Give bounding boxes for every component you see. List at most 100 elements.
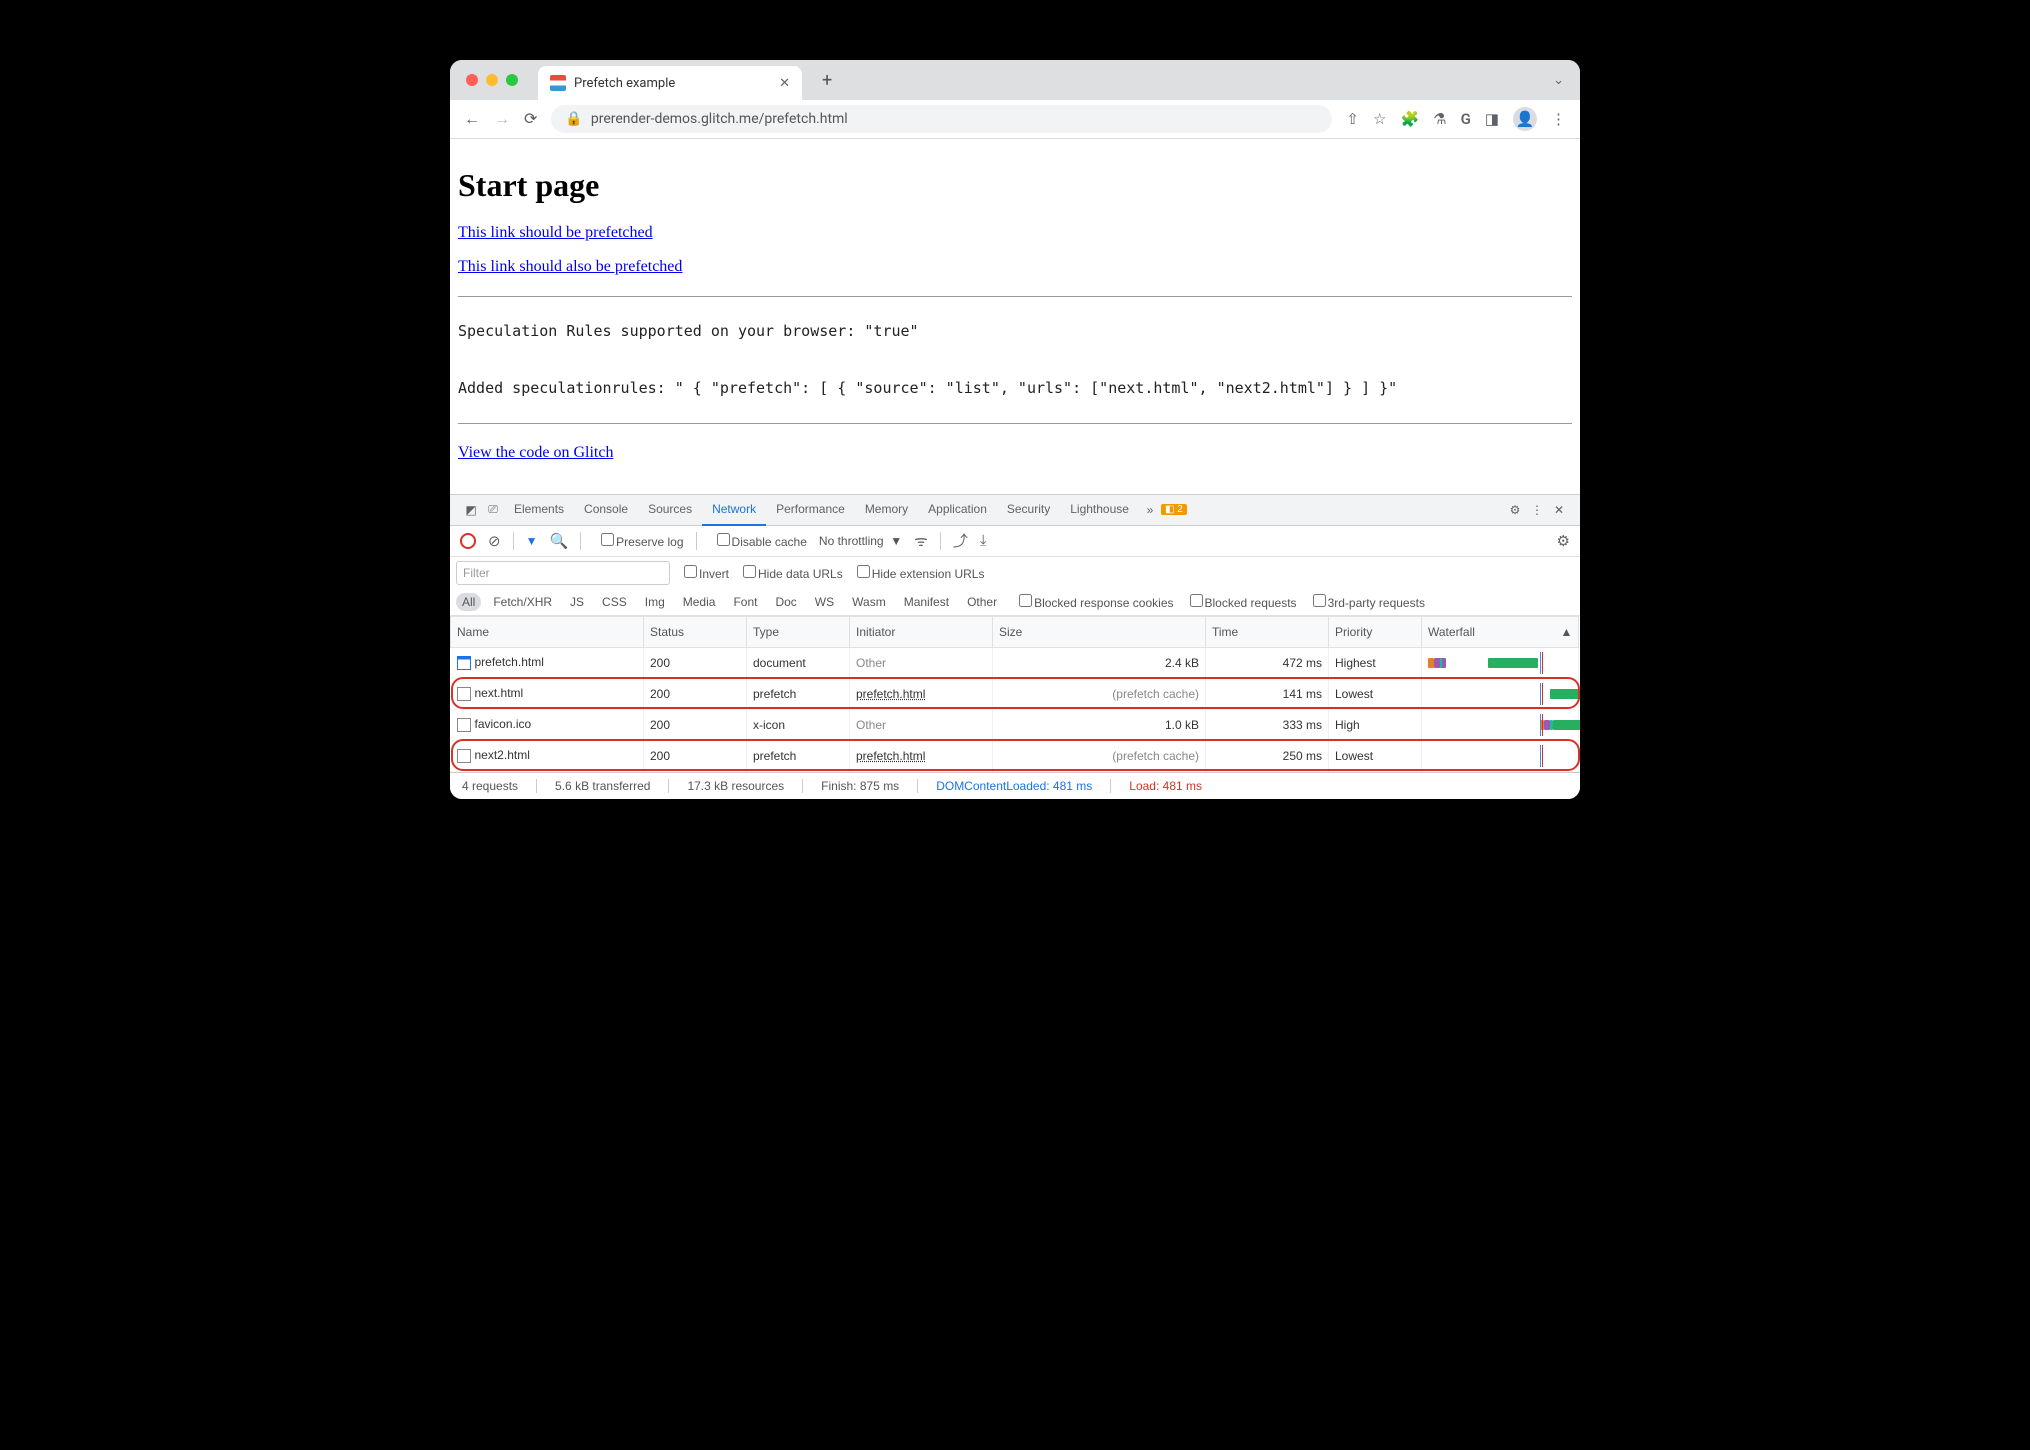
settings-icon[interactable]: ⚙ — [1504, 503, 1526, 517]
blocked-requests-checkbox[interactable]: Blocked requests — [1180, 594, 1297, 610]
filter-chip-img[interactable]: Img — [639, 593, 671, 611]
traffic-lights — [466, 74, 518, 86]
more-tabs-icon[interactable]: » — [1139, 503, 1161, 517]
network-status-bar: 4 requests 5.6 kB transferred 17.3 kB re… — [450, 772, 1580, 799]
hide-ext-urls-checkbox[interactable]: Hide extension URLs — [847, 565, 985, 581]
minimize-window-button[interactable] — [486, 74, 498, 86]
filter-toggle-icon[interactable]: ▼ — [526, 534, 538, 548]
divider — [458, 296, 1572, 297]
status-resources: 17.3 kB resources — [687, 779, 784, 793]
inspect-icon[interactable]: ◩ — [460, 503, 482, 517]
glitch-link[interactable]: View the code on Glitch — [458, 444, 613, 461]
filter-chip-all[interactable]: All — [456, 593, 481, 611]
filter-chip-ws[interactable]: WS — [809, 593, 840, 611]
forward-button[interactable]: → — [494, 109, 510, 129]
clear-button[interactable]: ⊘ — [488, 532, 501, 550]
network-conditions-icon[interactable]: ᯤ — [914, 531, 928, 551]
record-button[interactable] — [460, 533, 476, 549]
devtools-tab-elements[interactable]: Elements — [504, 494, 574, 524]
col-time[interactable]: Time — [1206, 616, 1329, 647]
network-settings-icon[interactable]: ⚙ — [1557, 532, 1570, 550]
status-requests: 4 requests — [462, 779, 518, 793]
filter-chip-wasm[interactable]: Wasm — [846, 593, 892, 611]
lock-icon: 🔒 — [565, 111, 582, 127]
page-heading: Start page — [458, 167, 1572, 204]
url-input[interactable]: 🔒 prerender-demos.glitch.me/prefetch.htm… — [551, 105, 1332, 133]
menu-icon[interactable]: ⋮ — [1551, 110, 1566, 128]
devtools-tab-memory[interactable]: Memory — [855, 494, 918, 524]
col-status[interactable]: Status — [644, 616, 747, 647]
status-load: Load: 481 ms — [1129, 779, 1202, 793]
back-button[interactable]: ← — [464, 109, 480, 129]
new-tab-button[interactable]: + — [822, 70, 832, 91]
devtools-tab-lighthouse[interactable]: Lighthouse — [1060, 494, 1139, 524]
filter-chip-other[interactable]: Other — [961, 593, 1003, 611]
share-icon[interactable]: ⇧ — [1346, 110, 1359, 128]
disable-cache-checkbox[interactable]: Disable cache — [709, 533, 807, 549]
address-bar: ← → ⟳ 🔒 prerender-demos.glitch.me/prefet… — [450, 100, 1580, 139]
reload-button[interactable]: ⟳ — [524, 109, 537, 129]
zoom-window-button[interactable] — [506, 74, 518, 86]
devtools-tab-security[interactable]: Security — [997, 494, 1060, 524]
bookmark-icon[interactable]: ☆ — [1373, 110, 1386, 128]
search-icon[interactable]: 🔍 — [549, 532, 568, 550]
labs-icon[interactable]: ⚗ — [1433, 110, 1446, 128]
request-row[interactable]: favicon.ico200x-iconOther1.0 kB333 msHig… — [451, 709, 1581, 740]
prefetch-link-2[interactable]: This link should also be prefetched — [458, 258, 682, 275]
export-har-icon[interactable]: ⤓ — [980, 532, 987, 549]
col-priority[interactable]: Priority — [1329, 616, 1422, 647]
devtools-tab-console[interactable]: Console — [574, 494, 638, 524]
hide-data-urls-checkbox[interactable]: Hide data URLs — [733, 565, 843, 581]
devtools-tabs: ◩ ⎚ ElementsConsoleSourcesNetworkPerform… — [450, 494, 1580, 526]
filter-chip-media[interactable]: Media — [677, 593, 722, 611]
profile-avatar[interactable]: 👤 — [1513, 107, 1537, 131]
col-type[interactable]: Type — [747, 616, 850, 647]
filter-chip-manifest[interactable]: Manifest — [898, 593, 955, 611]
throttling-select[interactable]: No throttling ▼ — [819, 534, 902, 548]
preserve-log-checkbox[interactable]: Preserve log — [593, 533, 683, 549]
filter-chip-fetch-xhr[interactable]: Fetch/XHR — [487, 593, 558, 611]
request-row[interactable]: prefetch.html200documentOther2.4 kB472 m… — [451, 647, 1581, 678]
invert-checkbox[interactable]: Invert — [674, 565, 729, 581]
network-toolbar: ⊘ ▼ 🔍 Preserve log Disable cache No thro… — [450, 526, 1580, 557]
browser-tab[interactable]: Prefetch example ✕ — [538, 66, 802, 100]
speculation-output: Speculation Rules supported on your brow… — [458, 317, 1572, 403]
status-transferred: 5.6 kB transferred — [555, 779, 650, 793]
close-window-button[interactable] — [466, 74, 478, 86]
third-party-checkbox[interactable]: 3rd-party requests — [1303, 594, 1425, 610]
filter-chip-css[interactable]: CSS — [596, 593, 633, 611]
toolbar-icons: ⇧ ☆ 🧩 ⚗ G ◨ 👤 ⋮ — [1346, 107, 1566, 131]
request-row[interactable]: next2.html200prefetchprefetch.html(prefe… — [451, 740, 1581, 771]
filter-chip-doc[interactable]: Doc — [769, 593, 802, 611]
import-har-icon[interactable]: ⤴ — [953, 530, 968, 551]
filter-chip-font[interactable]: Font — [727, 593, 763, 611]
favicon-icon — [550, 75, 566, 91]
status-dcl: DOMContentLoaded: 481 ms — [936, 779, 1092, 793]
extensions-icon[interactable]: 🧩 — [1400, 110, 1419, 128]
sidepanel-icon[interactable]: ◨ — [1485, 110, 1499, 128]
devtools-tab-performance[interactable]: Performance — [766, 494, 855, 524]
devtools-tab-application[interactable]: Application — [918, 494, 997, 524]
warning-badge[interactable]: ◧ 2 — [1161, 504, 1187, 515]
google-icon[interactable]: G — [1461, 110, 1471, 128]
kebab-icon[interactable]: ⋮ — [1526, 503, 1548, 517]
status-finish: Finish: 875 ms — [821, 779, 899, 793]
col-name[interactable]: Name — [451, 616, 644, 647]
tab-list-chevron-icon[interactable]: ⌄ — [1553, 73, 1564, 88]
page-content: Start page This link should be prefetche… — [450, 139, 1580, 494]
devtools-tab-network[interactable]: Network — [702, 494, 766, 526]
device-toggle-icon[interactable]: ⎚ — [482, 502, 504, 517]
col-initiator[interactable]: Initiator — [850, 616, 993, 647]
request-row[interactable]: next.html200prefetchprefetch.html(prefet… — [451, 678, 1581, 709]
devtools-tab-sources[interactable]: Sources — [638, 494, 702, 524]
close-tab-button[interactable]: ✕ — [779, 76, 790, 91]
col-waterfall[interactable]: Waterfall ▲ — [1422, 616, 1579, 647]
blocked-cookies-checkbox[interactable]: Blocked response cookies — [1009, 594, 1173, 610]
close-devtools-icon[interactable]: ✕ — [1548, 503, 1570, 517]
filter-input[interactable]: Filter — [456, 561, 670, 585]
browser-window: Prefetch example ✕ + ⌄ ← → ⟳ 🔒 prerender… — [450, 60, 1580, 799]
filter-chip-js[interactable]: JS — [564, 593, 590, 611]
col-size[interactable]: Size — [993, 616, 1206, 647]
title-bar: Prefetch example ✕ + ⌄ — [450, 60, 1580, 100]
prefetch-link-1[interactable]: This link should be prefetched — [458, 224, 653, 241]
